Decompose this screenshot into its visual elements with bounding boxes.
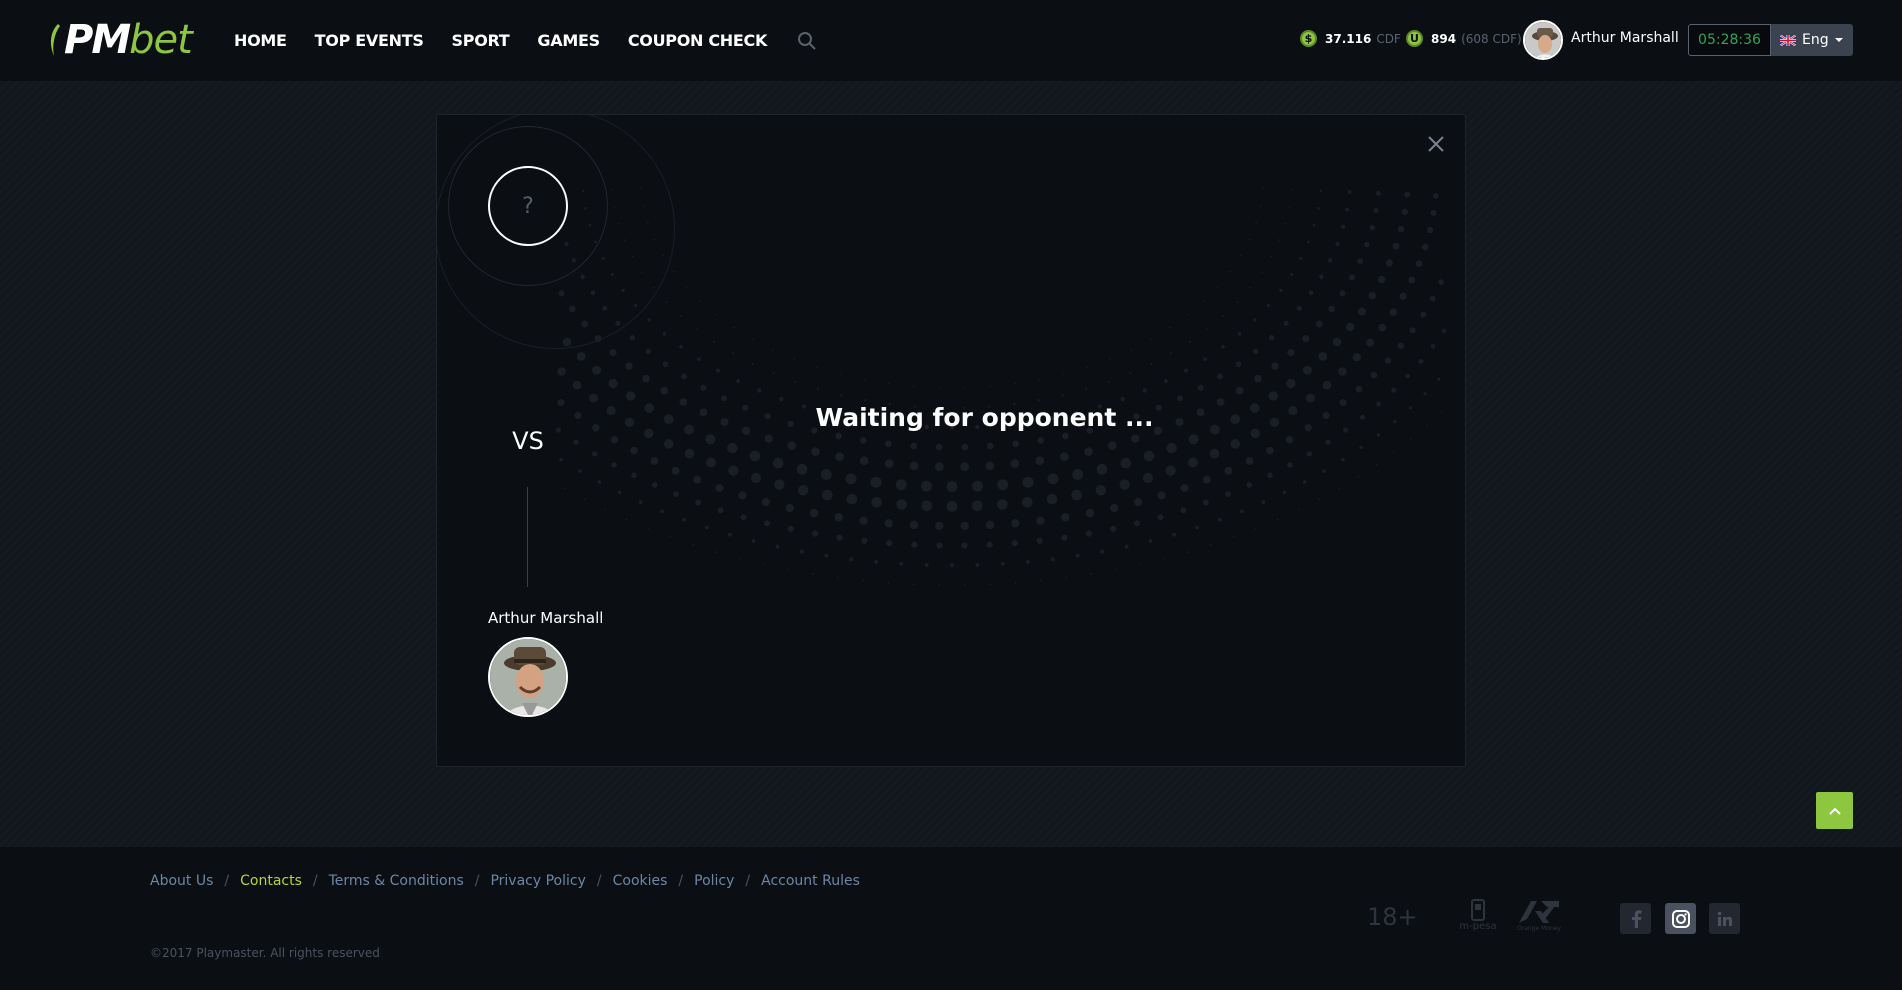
- footer-separator: /: [596, 873, 602, 889]
- bonus-balance: U 894 (608 CDF): [1406, 30, 1522, 47]
- footer-link-account-rules[interactable]: Account Rules: [761, 873, 860, 889]
- mpesa-label: m-pesa: [1459, 921, 1497, 932]
- nav-sport[interactable]: SPORT: [452, 31, 510, 50]
- main-nav: HOME TOP EVENTS SPORT GAMES COUPON CHECK: [234, 0, 817, 81]
- duel-modal: ? VS Arthur Marshall Waiting for opponen…: [436, 114, 1466, 767]
- language-select[interactable]: Eng: [1771, 24, 1853, 56]
- logo-leaf-icon: [48, 22, 60, 58]
- mpesa-logo: m-pesa: [1456, 899, 1500, 939]
- footer-separator: /: [678, 873, 684, 889]
- dollar-coin-icon: $: [1300, 30, 1317, 47]
- nav-home[interactable]: HOME: [234, 31, 287, 50]
- facebook-icon[interactable]: [1620, 903, 1651, 934]
- linkedin-icon[interactable]: [1709, 903, 1740, 934]
- language-label: Eng: [1802, 32, 1829, 48]
- logo-bet-text: bet: [129, 17, 193, 63]
- scroll-to-top-button[interactable]: [1816, 792, 1853, 829]
- footer-separator: /: [312, 873, 318, 889]
- age-restriction-badge: 18+: [1367, 903, 1418, 931]
- orange-money-arrows-icon: [1519, 901, 1559, 923]
- logo[interactable]: PM bet: [48, 17, 193, 63]
- logo-pm-text: PM: [64, 17, 131, 63]
- player-name: Arthur Marshall: [488, 609, 604, 627]
- user-name[interactable]: Arthur Marshall: [1571, 30, 1679, 46]
- header: PM bet HOME TOP EVENTS SPORT GAMES COUPO…: [0, 0, 1902, 81]
- nav-games[interactable]: GAMES: [537, 31, 600, 50]
- instagram-icon[interactable]: [1665, 903, 1696, 934]
- chevron-up-icon: [1828, 807, 1841, 815]
- footer-links: About Us / Contacts / Terms & Conditions…: [150, 873, 860, 889]
- footer-link-privacy-policy[interactable]: Privacy Policy: [490, 873, 585, 889]
- nav-coupon-check[interactable]: COUPON CHECK: [628, 31, 768, 50]
- waiting-status: Waiting for opponent ...: [815, 403, 1154, 432]
- close-icon[interactable]: [1426, 134, 1446, 154]
- footer-separator: /: [474, 873, 480, 889]
- copyright: ©2017 Playmaster. All rights reserved: [150, 946, 380, 960]
- footer-link-cookies[interactable]: Cookies: [613, 873, 668, 889]
- orange-money-logo: Orange Money: [1517, 897, 1561, 937]
- footer-separator: /: [745, 873, 751, 889]
- bonus-balance-unit: (608 CDF): [1461, 31, 1522, 46]
- vs-divider: [527, 487, 528, 587]
- opponent-avatar-placeholder: ?: [488, 166, 568, 246]
- session-timer: 05:28:36: [1688, 24, 1771, 56]
- phone-icon: [1471, 899, 1485, 921]
- uk-flag-icon: [1780, 34, 1796, 46]
- search-icon[interactable]: [797, 31, 817, 51]
- nav-top-events[interactable]: TOP EVENTS: [315, 31, 424, 50]
- user-avatar[interactable]: [1523, 20, 1563, 60]
- footer-link-about-us[interactable]: About Us: [150, 873, 213, 889]
- main-balance-unit: CDF: [1376, 31, 1401, 46]
- bonus-balance-value: 894: [1431, 31, 1457, 46]
- chevron-down-icon: [1834, 38, 1843, 42]
- footer-link-policy[interactable]: Policy: [694, 873, 734, 889]
- footer-link-terms[interactable]: Terms & Conditions: [329, 873, 464, 889]
- footer-link-contacts[interactable]: Contacts: [240, 873, 302, 889]
- main-balance: $ 37.116 CDF: [1300, 30, 1401, 47]
- bonus-coin-icon: U: [1406, 30, 1423, 47]
- player-avatar: [488, 637, 568, 717]
- footer-separator: /: [224, 873, 230, 889]
- orange-money-label: Orange Money: [1517, 925, 1561, 932]
- footer: About Us / Contacts / Terms & Conditions…: [0, 847, 1902, 990]
- main-balance-value: 37.116: [1325, 31, 1372, 46]
